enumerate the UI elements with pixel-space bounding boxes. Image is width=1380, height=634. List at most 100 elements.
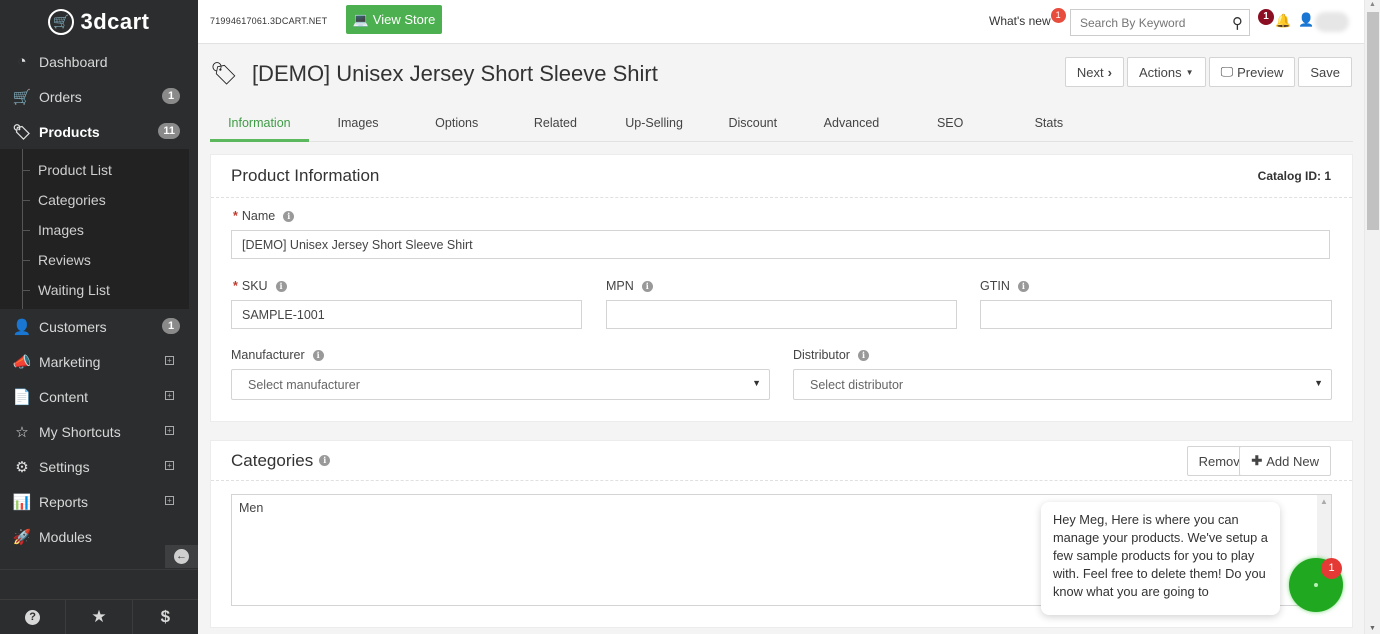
sidebar-footer: ? ★ $	[0, 599, 198, 634]
sidebar-item-marketing[interactable]: 📣 Marketing +	[0, 344, 198, 379]
rocket-icon: 🚀	[12, 528, 32, 546]
tab-information[interactable]: Information	[210, 108, 309, 142]
gtin-input[interactable]	[980, 300, 1332, 329]
favorites-button[interactable]: ★	[66, 600, 133, 634]
info-icon[interactable]: i	[283, 210, 295, 222]
subnav-reviews[interactable]: Reviews	[0, 245, 189, 275]
sidebar-item-products[interactable]: 🏷 Products 11	[0, 114, 198, 149]
distributor-label: Distributor i	[793, 348, 869, 362]
sidebar-item-content[interactable]: 📄 Content +	[0, 379, 198, 414]
sidebar-item-label: Modules	[39, 528, 92, 545]
next-button[interactable]: Next ›	[1064, 57, 1124, 87]
expand-icon[interactable]: +	[165, 426, 174, 435]
tab-advanced[interactable]: Advanced	[802, 108, 901, 141]
distributor-placeholder: Select distributor	[810, 377, 904, 392]
tab-seo[interactable]: SEO	[901, 108, 1000, 141]
sidebar-item-my-shortcuts[interactable]: ☆ My Shortcuts +	[0, 414, 198, 449]
scroll-up-icon[interactable]: ▲	[1320, 497, 1328, 506]
tab-stats[interactable]: Stats	[1000, 108, 1099, 141]
chat-message-text: Hey Meg, Here is where you can manage yo…	[1053, 512, 1268, 599]
sidebar-item-orders[interactable]: 🛒 Orders 1	[0, 79, 198, 114]
whats-new-link[interactable]: What's new 1	[989, 8, 1066, 28]
sidebar-item-reports[interactable]: 📊 Reports +	[0, 484, 198, 519]
sidebar: 🛒 3dcart ◔ Dashboard 🛒 Orders 1 🏷 Produc…	[0, 0, 198, 634]
save-button[interactable]: Save	[1298, 57, 1352, 87]
subnav-product-list[interactable]: Product List	[0, 155, 189, 185]
tab-related[interactable]: Related	[506, 108, 605, 141]
sidebar-item-label: Products	[39, 123, 100, 140]
info-icon[interactable]: i	[312, 349, 324, 361]
tags-icon: 🏷	[210, 61, 238, 86]
subnav-categories[interactable]: Categories	[0, 185, 189, 215]
mpn-input[interactable]	[606, 300, 957, 329]
panel-title: Product Information	[231, 166, 380, 185]
next-label: Next	[1076, 64, 1104, 80]
orders-badge: 1	[162, 88, 180, 104]
expand-icon[interactable]: +	[165, 391, 174, 400]
user-account-icon[interactable]: 👤	[1298, 12, 1314, 28]
page-title-text: [DEMO] Unisex Jersey Short Sleeve Shirt	[251, 61, 658, 86]
whats-new-label: What's new	[989, 14, 1051, 28]
mpn-label: MPN i	[606, 279, 653, 293]
scroll-up-icon[interactable]: ▲	[1369, 1, 1376, 8]
collapse-sidebar-button[interactable]: ←	[165, 545, 198, 568]
preview-button[interactable]: 🖵 Preview	[1208, 57, 1296, 87]
sidebar-item-label: Content	[39, 388, 89, 405]
chat-message-bubble[interactable]: Hey Meg, Here is where you can manage yo…	[1041, 502, 1280, 615]
info-icon[interactable]: i	[275, 280, 287, 292]
save-label: Save	[1310, 64, 1340, 80]
add-new-label: Add New	[1266, 453, 1319, 469]
subnav-waiting-list[interactable]: Waiting List	[0, 275, 189, 305]
tab-up-selling[interactable]: Up-Selling	[605, 108, 704, 141]
expand-icon[interactable]: +	[165, 356, 174, 365]
info-icon[interactable]: i	[319, 455, 331, 466]
expand-icon[interactable]: +	[165, 461, 174, 470]
expand-icon[interactable]: +	[165, 496, 174, 505]
cart-icon: 🛒	[12, 88, 32, 106]
sidebar-item-dashboard[interactable]: ◔ Dashboard	[0, 44, 198, 79]
sidebar-item-customers[interactable]: 👤 Customers 1	[0, 309, 198, 344]
sidebar-item-settings[interactable]: ⚙ Settings +	[0, 449, 198, 484]
manufacturer-label: Manufacturer i	[231, 348, 324, 362]
category-item[interactable]: Men	[239, 501, 263, 515]
scrollbar-thumb[interactable]	[1367, 12, 1379, 230]
caret-down-icon: ▼	[1314, 378, 1323, 388]
add-new-category-button[interactable]: ✚ Add New	[1239, 446, 1331, 476]
help-button[interactable]: ?	[0, 600, 67, 634]
tab-options[interactable]: Options	[407, 108, 506, 141]
info-icon[interactable]: i	[857, 349, 869, 361]
search-input[interactable]	[1071, 10, 1221, 35]
page-scrollbar[interactable]: ▲ ▼	[1364, 0, 1380, 634]
top-bar: 71994617061.3DCART.NET 💻 View Store What…	[198, 0, 1364, 44]
info-icon[interactable]: i	[641, 280, 653, 292]
panel-header: Product Information Catalog ID: 1	[211, 155, 1352, 198]
search-icon[interactable]: ⚲	[1232, 14, 1243, 32]
manufacturer-select[interactable]: Select manufacturer ▼	[231, 369, 770, 400]
dashboard-icon: ◔	[17, 53, 27, 70]
notification-count-badge: 1	[1258, 9, 1274, 25]
catalog-id: Catalog ID: 1	[1257, 169, 1331, 183]
view-store-button[interactable]: 💻 View Store	[346, 5, 442, 34]
distributor-select[interactable]: Select distributor ▼	[793, 369, 1332, 400]
dollar-icon: $	[160, 607, 171, 626]
sidebar-item-label: Orders	[39, 88, 82, 105]
caret-down-icon: ▼	[752, 378, 761, 388]
store-url: 71994617061.3DCART.NET	[210, 16, 328, 26]
chevron-right-icon: ›	[1107, 64, 1112, 80]
info-icon[interactable]: i	[1017, 280, 1029, 292]
manufacturer-label-text: Manufacturer	[231, 348, 305, 362]
manufacturer-placeholder: Select manufacturer	[248, 377, 360, 392]
scroll-down-icon[interactable]: ▼	[1369, 625, 1376, 632]
sku-label: * SKU i	[233, 279, 287, 293]
billing-button[interactable]: $	[133, 600, 198, 634]
help-icon: ?	[25, 609, 41, 625]
star-icon: ★	[91, 607, 107, 626]
subnav-images[interactable]: Images	[0, 215, 189, 245]
tab-discount[interactable]: Discount	[703, 108, 802, 141]
tab-images[interactable]: Images	[309, 108, 408, 141]
name-input[interactable]	[231, 230, 1330, 259]
actions-dropdown-button[interactable]: Actions ▼	[1127, 57, 1206, 87]
logo[interactable]: 🛒 3dcart	[0, 0, 198, 44]
sku-input[interactable]	[231, 300, 582, 329]
user-name-blurred[interactable]	[1315, 12, 1349, 32]
